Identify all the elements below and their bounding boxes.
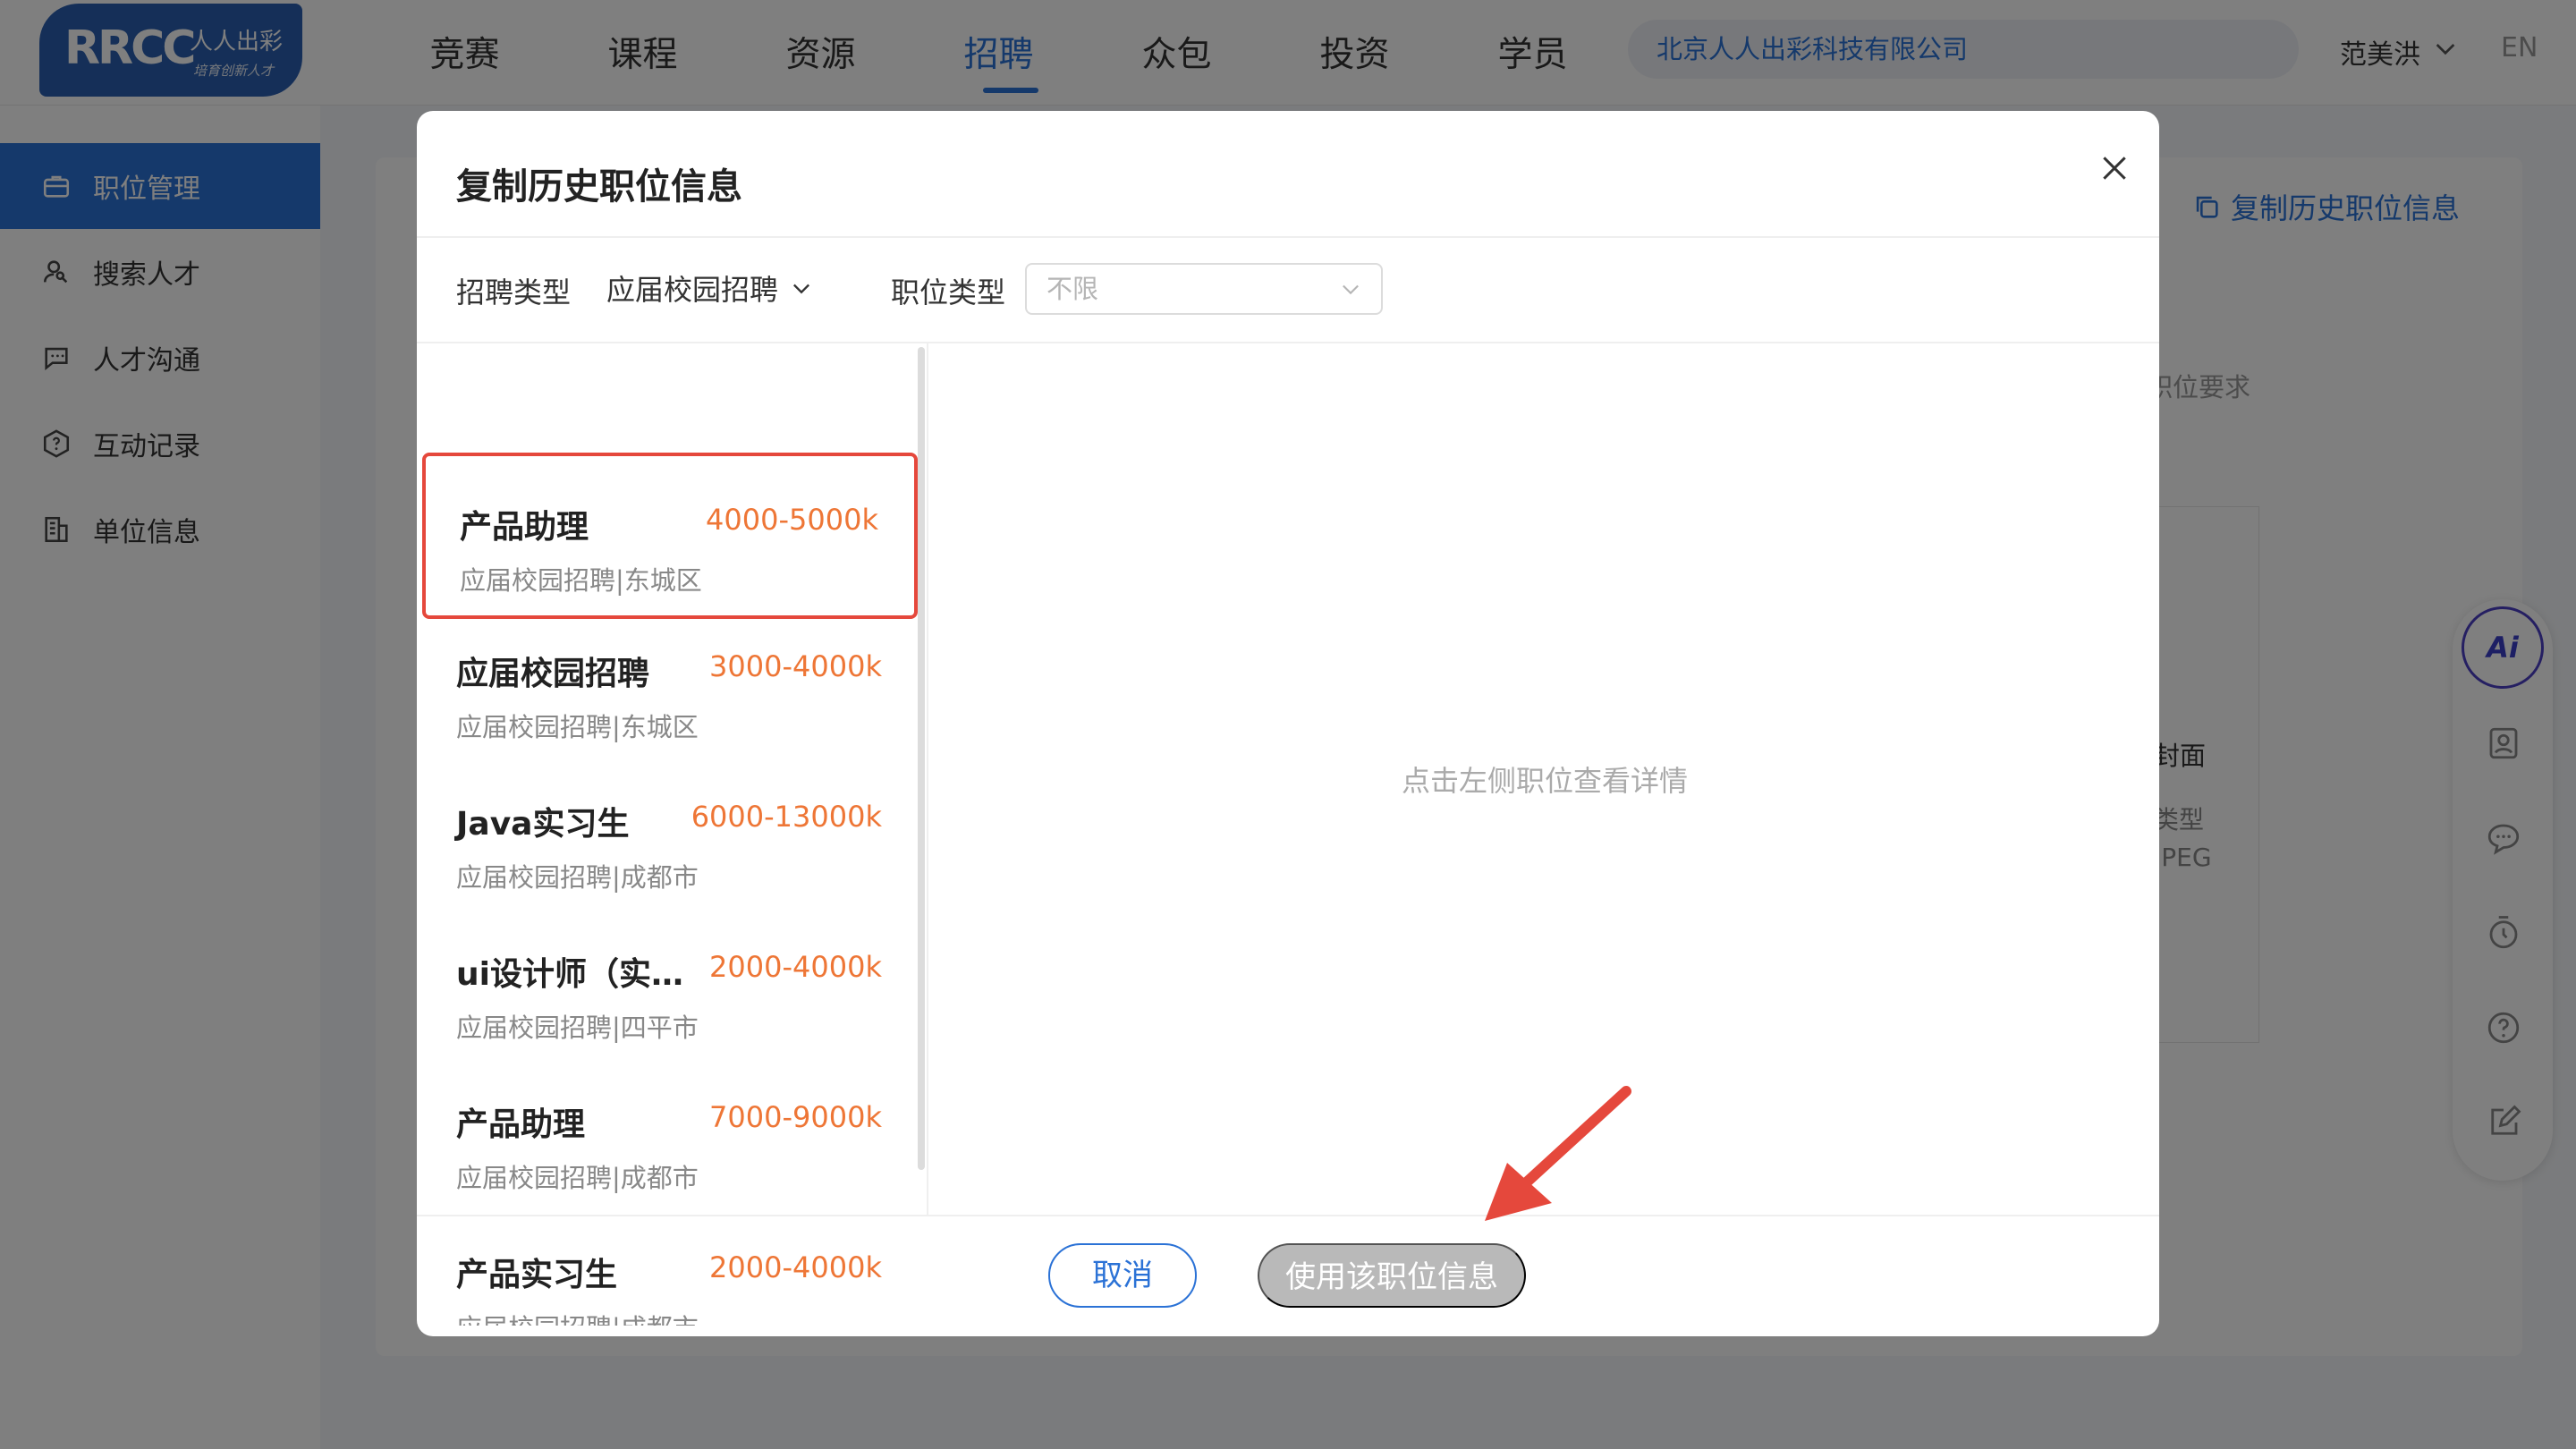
job-meta: 应届校园招聘|东城区 bbox=[460, 565, 702, 596]
job-name: 产品助理 bbox=[460, 509, 589, 546]
job-salary: 4000-5000k bbox=[706, 503, 878, 537]
job-name: 产品助理 bbox=[456, 1106, 586, 1143]
job-type-label: 职位类型 bbox=[891, 275, 1006, 309]
recruit-type-value: 应届校园招聘 bbox=[606, 273, 779, 307]
job-name: Java实习生 bbox=[456, 806, 630, 843]
job-meta: 应届校园招聘|东城区 bbox=[456, 712, 699, 742]
recruit-type-select[interactable]: 应届校园招聘 bbox=[606, 263, 814, 313]
divider bbox=[417, 1215, 2159, 1216]
job-list: 产品助理 4000-5000k 应届校园招聘|东城区 应届校园招聘 3000-4… bbox=[417, 343, 925, 1326]
divider bbox=[417, 236, 2159, 238]
job-list-item[interactable]: 应届校园招聘 3000-4000k 应届校园招聘|东城区 bbox=[422, 603, 918, 769]
job-meta: 应届校园招聘|成都市 bbox=[456, 1308, 699, 1326]
job-type-select[interactable]: 不限 bbox=[1025, 263, 1383, 315]
job-salary: 2000-4000k bbox=[709, 1250, 882, 1284]
job-meta: 应届校园招聘|成都市 bbox=[456, 1163, 699, 1193]
detail-empty-hint: 点击左侧职位查看详情 bbox=[1401, 764, 1688, 798]
job-salary: 6000-13000k bbox=[691, 800, 882, 834]
annotation-arrow bbox=[1485, 1086, 1631, 1221]
job-list-item[interactable]: 产品助理 7000-9000k 应届校园招聘|成都市 bbox=[422, 1054, 918, 1220]
chevron-down-icon bbox=[1343, 284, 1359, 295]
job-name: ui设计师（实… bbox=[456, 956, 683, 993]
dialog-title: 复制历史职位信息 bbox=[456, 166, 742, 208]
job-list-item[interactable]: ui设计师（实… 2000-4000k 应届校园招聘|四平市 bbox=[422, 903, 918, 1070]
close-icon[interactable] bbox=[2097, 150, 2132, 186]
copy-history-dialog: 复制历史职位信息 招聘类型 应届校园招聘 职位类型 不限 产品助理 4000-5… bbox=[417, 111, 2159, 1336]
job-salary: 2000-4000k bbox=[709, 950, 882, 984]
job-list-scrollbar[interactable] bbox=[918, 347, 925, 1170]
job-list-item[interactable]: 产品实习生 2000-4000k 应届校园招聘|成都市 bbox=[422, 1204, 918, 1326]
job-type-placeholder: 不限 bbox=[1046, 274, 1099, 304]
job-salary: 7000-9000k bbox=[709, 1100, 882, 1134]
use-job-info-button[interactable]: 使用该职位信息 bbox=[1258, 1243, 1526, 1308]
job-name: 应届校园招聘 bbox=[456, 656, 650, 692]
job-list-item[interactable]: Java实习生 6000-13000k 应届校园招聘|成都市 bbox=[422, 753, 918, 919]
job-meta: 应届校园招聘|成都市 bbox=[456, 862, 699, 893]
cancel-button[interactable]: 取消 bbox=[1048, 1243, 1197, 1308]
job-salary: 3000-4000k bbox=[709, 649, 882, 683]
recruit-type-label: 招聘类型 bbox=[456, 275, 572, 309]
job-name: 产品实习生 bbox=[456, 1257, 618, 1293]
chevron-down-icon bbox=[793, 284, 810, 294]
job-meta: 应届校园招聘|四平市 bbox=[456, 1013, 699, 1043]
job-list-item-selected[interactable]: 产品助理 4000-5000k 应届校园招聘|东城区 bbox=[422, 453, 918, 619]
